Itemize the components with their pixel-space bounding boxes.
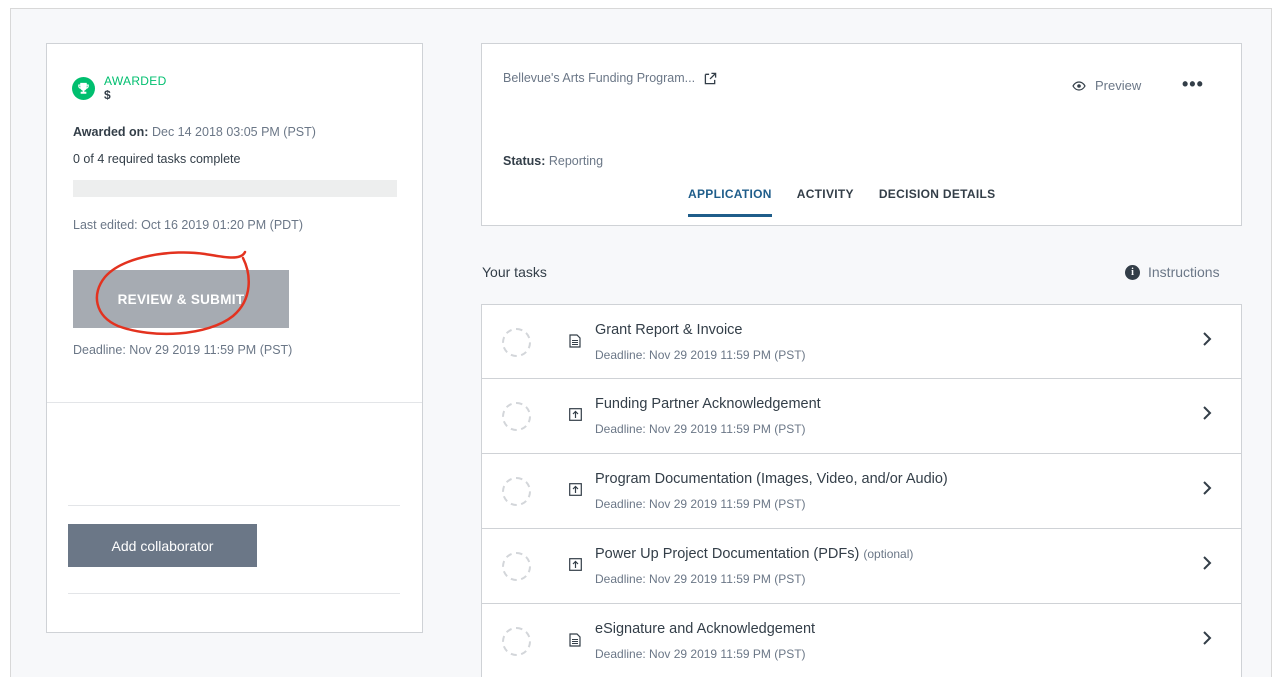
preview-label: Preview	[1095, 78, 1142, 93]
tab-decision-details[interactable]: DECISION DETAILS	[879, 187, 996, 217]
task-row[interactable]: eSignature and Acknowledgement Deadline:…	[481, 604, 1242, 677]
task-row[interactable]: Program Documentation (Images, Video, an…	[481, 454, 1242, 529]
more-options-icon[interactable]: •••	[1182, 74, 1204, 95]
task-deadline: Deadline: Nov 29 2019 11:59 PM (PST)	[595, 647, 806, 661]
tasks-section-title: Your tasks	[482, 264, 547, 280]
document-icon	[569, 334, 581, 353]
chevron-right-icon[interactable]	[1202, 331, 1212, 352]
task-row[interactable]: Funding Partner Acknowledgement Deadline…	[481, 379, 1242, 454]
task-list: Grant Report & Invoice Deadline: Nov 29 …	[481, 304, 1242, 677]
last-edited-text: Last edited: Oct 16 2019 01:20 PM (PDT)	[73, 218, 303, 232]
submission-summary-card: AWARDED $ Awarded on: Dec 14 2018 03:05 …	[46, 43, 423, 633]
task-status-circle	[502, 328, 531, 357]
task-name: Funding Partner Acknowledgement	[595, 396, 821, 412]
task-name: Program Documentation (Images, Video, an…	[595, 471, 948, 487]
divider	[68, 505, 400, 506]
document-icon	[569, 633, 581, 652]
info-icon: i	[1125, 264, 1140, 280]
upload-icon	[569, 408, 582, 426]
task-row[interactable]: Grant Report & Invoice Deadline: Nov 29 …	[481, 304, 1242, 379]
tab-activity[interactable]: ACTIVITY	[797, 187, 854, 217]
task-deadline: Deadline: Nov 29 2019 11:59 PM (PST)	[595, 348, 806, 362]
award-status: AWARDED $	[72, 74, 167, 102]
task-status-circle	[502, 402, 531, 431]
preview-button[interactable]: Preview	[1072, 78, 1141, 93]
task-status-circle	[502, 552, 531, 581]
status-label: Status:	[503, 154, 546, 168]
chevron-right-icon[interactable]	[1202, 630, 1212, 651]
tasks-complete-text: 0 of 4 required tasks complete	[73, 152, 241, 166]
status-value: Reporting	[548, 154, 604, 168]
task-name: Power Up Project Documentation (PDFs) (o…	[595, 546, 913, 562]
task-title: Program Documentation (Images, Video, an…	[595, 471, 948, 487]
task-deadline: Deadline: Nov 29 2019 11:59 PM (PST)	[595, 497, 806, 511]
task-deadline: Deadline: Nov 29 2019 11:59 PM (PST)	[595, 422, 806, 436]
divider	[68, 593, 400, 594]
upload-icon	[569, 558, 582, 576]
task-name: eSignature and Acknowledgement	[595, 621, 815, 637]
program-title[interactable]: Bellevue's Arts Funding Program...	[503, 71, 717, 85]
task-title: Grant Report & Invoice	[595, 322, 743, 338]
status-badge: AWARDED	[104, 74, 167, 88]
instructions-link[interactable]: i Instructions	[1125, 264, 1220, 280]
task-title: Funding Partner Acknowledgement	[595, 396, 821, 412]
task-row[interactable]: Power Up Project Documentation (PDFs) (o…	[481, 529, 1242, 604]
task-title: eSignature and Acknowledgement	[595, 621, 816, 637]
application-status: Status: Reporting	[503, 154, 603, 168]
awarded-on-value: Dec 14 2018 03:05 PM (PST)	[151, 125, 316, 139]
task-status-circle	[502, 627, 531, 656]
program-title-text: Bellevue's Arts Funding Program...	[503, 71, 696, 85]
chevron-right-icon[interactable]	[1202, 480, 1212, 501]
divider	[47, 402, 422, 403]
tasks-progress-bar	[73, 180, 397, 197]
eye-icon	[1072, 80, 1086, 91]
tab-application[interactable]: APPLICATION	[688, 187, 772, 217]
award-amount: $	[104, 88, 111, 102]
task-status-circle	[502, 477, 531, 506]
external-link-icon[interactable]	[704, 72, 717, 85]
task-title: Power Up Project Documentation (PDFs)	[595, 546, 860, 562]
optional-tag: (optional)	[863, 547, 914, 561]
chevron-right-icon[interactable]	[1202, 405, 1212, 426]
trophy-icon	[72, 77, 95, 100]
review-deadline: Deadline: Nov 29 2019 11:59 PM (PST)	[73, 343, 293, 357]
awarded-on: Awarded on: Dec 14 2018 03:05 PM (PST)	[73, 125, 316, 139]
chevron-right-icon[interactable]	[1202, 555, 1212, 576]
add-collaborator-button[interactable]: Add collaborator	[68, 524, 257, 567]
upload-icon	[569, 483, 582, 501]
application-header-card: Bellevue's Arts Funding Program... Previ…	[481, 43, 1242, 226]
review-submit-button[interactable]: REVIEW & SUBMIT	[73, 270, 289, 328]
tab-bar: APPLICATION ACTIVITY DECISION DETAILS	[688, 187, 1020, 217]
task-name: Grant Report & Invoice	[595, 322, 743, 338]
instructions-label: Instructions	[1148, 264, 1220, 280]
awarded-on-label: Awarded on:	[73, 125, 149, 139]
task-deadline: Deadline: Nov 29 2019 11:59 PM (PST)	[595, 572, 806, 586]
